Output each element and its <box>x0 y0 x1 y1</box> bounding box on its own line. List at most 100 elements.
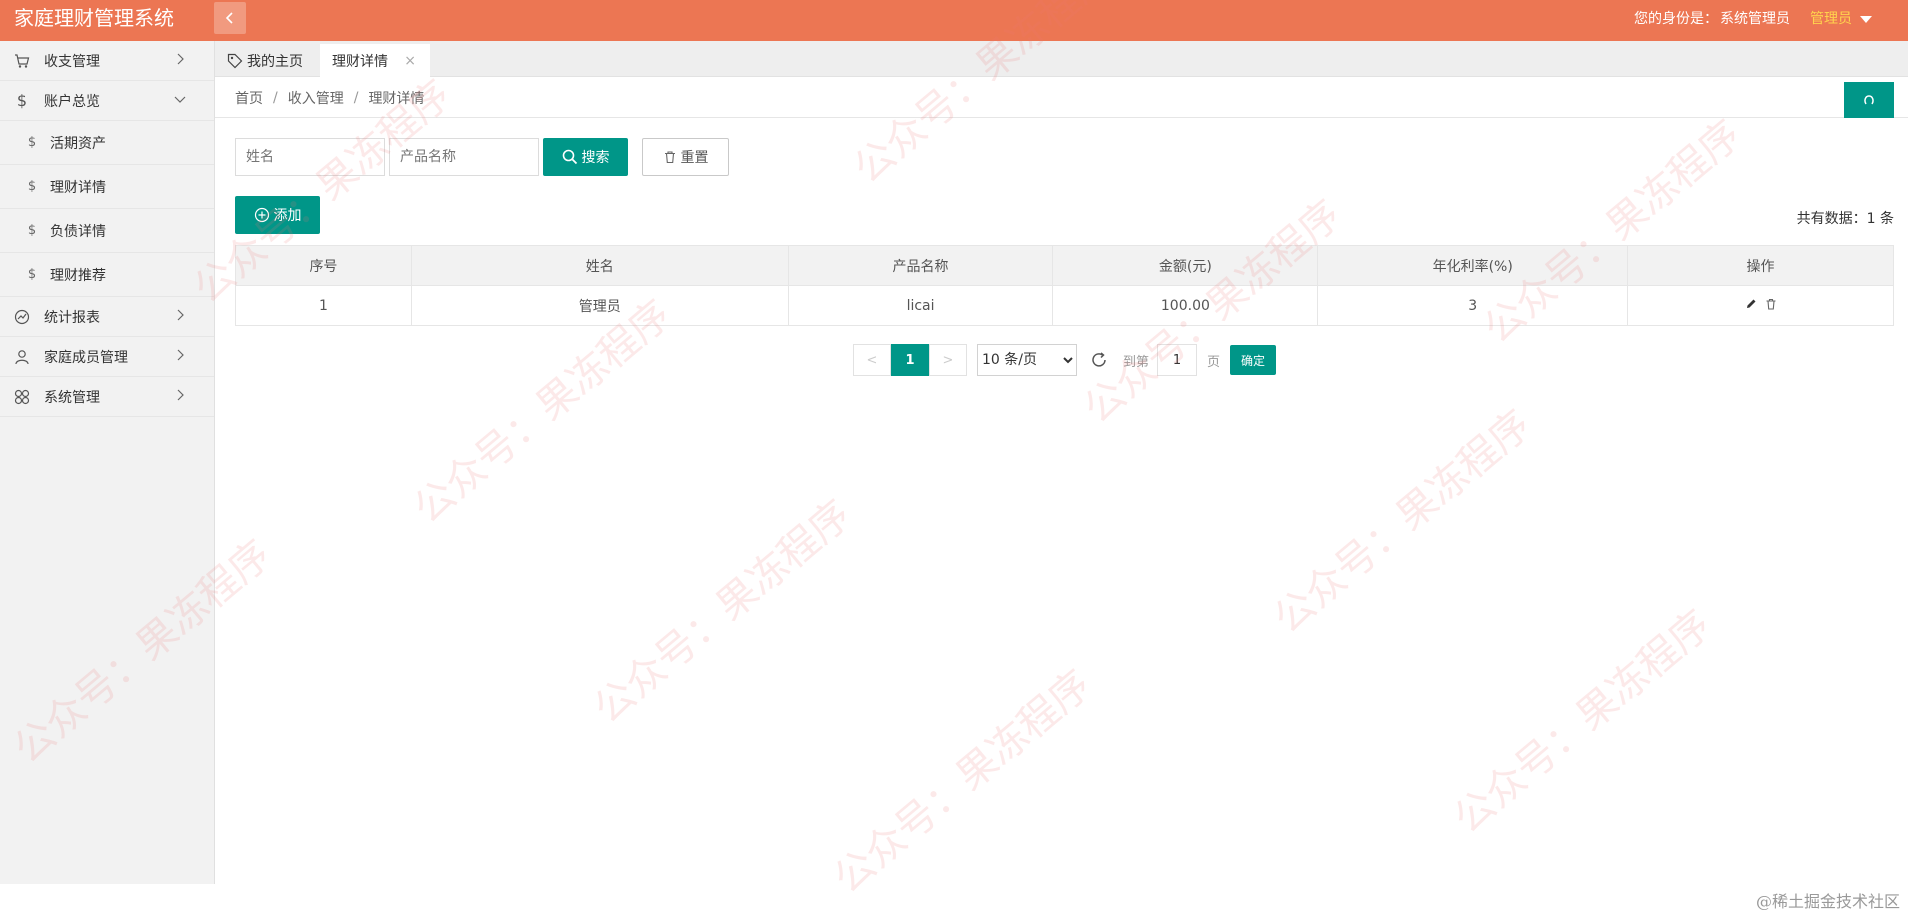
chevron-right-icon <box>177 349 184 361</box>
cell-actions <box>1627 285 1894 326</box>
user-icon <box>14 349 30 365</box>
page-1-button[interactable]: 1 <box>891 344 929 376</box>
chevron-right-icon <box>177 309 184 321</box>
dollar-icon: $ <box>27 135 37 150</box>
prev-page-button[interactable]: < <box>853 344 891 376</box>
add-button-label: 添加 <box>273 208 302 224</box>
goto-confirm-button[interactable]: 确定 <box>1230 345 1277 375</box>
identity-value: 系统管理员 <box>1720 11 1790 27</box>
tab-finance-details[interactable]: 理财详情 × <box>320 44 430 77</box>
tab-bar: 我的主页 理财详情 × <box>215 41 1908 77</box>
header-user-area: 您的身份是： 系统管理员 管理员 <box>1634 0 1872 36</box>
chart-icon <box>14 309 30 325</box>
user-name: 管理员 <box>1810 11 1852 27</box>
tab-home-label: 我的主页 <box>247 53 303 70</box>
dollar-icon: $ <box>27 223 37 238</box>
dollar-icon: $ <box>27 179 37 194</box>
next-page-button[interactable]: > <box>929 344 967 376</box>
sidebar-collapse-button[interactable] <box>214 2 246 34</box>
chevron-right-icon <box>177 53 184 65</box>
cart-icon <box>14 53 30 69</box>
cell-amount: 100.00 <box>1052 285 1319 326</box>
search-button[interactable]: 搜索 <box>543 138 628 176</box>
sidebar-item-income-expense[interactable]: 收支管理 <box>0 41 214 81</box>
tag-icon <box>227 53 243 68</box>
grid-icon <box>14 389 30 405</box>
column-header: 产品名称 <box>787 245 1054 286</box>
sidebar-subitem-label: 理财详情 <box>50 179 106 196</box>
table-row: 1 管理员 licai 100.00 3 <box>235 285 1894 326</box>
sidebar-item-label: 账户总览 <box>44 93 100 110</box>
breadcrumb-income[interactable]: 收入管理 <box>288 88 344 108</box>
cell-rate: 3 <box>1317 285 1629 326</box>
sidebar-item-system[interactable]: 系统管理 <box>0 377 214 417</box>
reset-button-label: 重置 <box>680 150 709 166</box>
sidebar-subitem-label: 负债详情 <box>50 223 106 240</box>
plus-circle-icon <box>254 207 269 223</box>
identity-label: 您的身份是： <box>1634 11 1718 27</box>
sidebar-item-label: 家庭成员管理 <box>44 349 128 366</box>
breadcrumb-current: 理财详情 <box>368 90 425 107</box>
sidebar-item-label: 收支管理 <box>44 53 100 70</box>
refresh-icon <box>1864 95 1874 105</box>
column-header: 年化利率(%) <box>1317 245 1629 286</box>
close-icon[interactable]: × <box>404 53 416 69</box>
reset-button[interactable]: 重置 <box>642 138 729 176</box>
goto-page-input[interactable] <box>1157 344 1198 376</box>
sidebar-subitem-label: 理财推荐 <box>50 267 106 284</box>
add-button[interactable]: 添加 <box>235 196 320 234</box>
watermark-text: 公众号：果冻程序 <box>1445 601 1720 843</box>
breadcrumb: 首页 / 收入管理 / 理财详情 <box>215 78 1908 118</box>
cell-product: licai <box>787 285 1054 326</box>
breadcrumb-separator: / <box>353 89 359 106</box>
page-label: 页 <box>1207 354 1221 370</box>
trash-icon <box>664 151 675 164</box>
app-logo: 家庭理财管理系统 <box>14 6 174 30</box>
user-menu[interactable]: 管理员 <box>1810 8 1872 28</box>
sidebar-item-label: 统计报表 <box>44 309 100 326</box>
column-header: 金额(元) <box>1052 245 1319 286</box>
data-table: 序号 姓名 产品名称 金额(元) 年化利率(%) 操作 1 管理员 licai … <box>235 245 1894 326</box>
sidebar-subitem-label: 活期资产 <box>50 135 106 152</box>
sidebar-subitem-debt-details[interactable]: $ 负债详情 <box>0 209 214 253</box>
table-header-row: 序号 姓名 产品名称 金额(元) 年化利率(%) 操作 <box>235 245 1894 286</box>
caret-down-icon <box>1860 15 1872 23</box>
search-icon <box>562 149 577 165</box>
total-count: 共有数据：1 条 <box>1796 211 1894 227</box>
breadcrumb-separator: / <box>273 89 278 106</box>
page-size-select[interactable]: 10 条/页 <box>977 344 1077 376</box>
breadcrumb-home[interactable]: 首页 <box>235 88 263 108</box>
tab-home[interactable]: 我的主页 <box>227 44 303 77</box>
sidebar-subitem-current-assets[interactable]: $ 活期资产 <box>0 121 214 165</box>
delete-icon[interactable] <box>1765 298 1777 310</box>
sidebar-item-reports[interactable]: 统计报表 <box>0 297 214 337</box>
chevron-down-icon <box>174 96 186 103</box>
top-header: 家庭理财管理系统 您的身份是： 系统管理员 管理员 <box>0 0 1908 41</box>
product-search-input[interactable] <box>389 138 539 176</box>
tab-active-label: 理财详情 <box>332 53 388 70</box>
cell-name: 管理员 <box>410 285 789 326</box>
refresh-button[interactable] <box>1844 82 1894 118</box>
name-search-input[interactable] <box>235 138 385 176</box>
sidebar-subitem-recommendations[interactable]: $ 理财推荐 <box>0 253 214 297</box>
dollar-icon: $ <box>27 267 37 282</box>
watermark-text: 公众号：果冻程序 <box>825 661 1100 903</box>
sidebar-subitem-finance-details[interactable]: $ 理财详情 <box>0 165 214 209</box>
edit-icon[interactable] <box>1745 298 1757 310</box>
sidebar: 收支管理 $ 账户总览 $ 活期资产 $ 理财详情 $ 负债详情 $ 理财推荐 … <box>0 41 215 884</box>
column-header: 序号 <box>235 245 412 286</box>
search-button-label: 搜索 <box>581 150 610 166</box>
watermark-text: 公众号：果冻程序 <box>1265 401 1540 643</box>
sidebar-item-family-members[interactable]: 家庭成员管理 <box>0 337 214 377</box>
column-header: 姓名 <box>410 245 789 286</box>
pagination: < 1 > 10 条/页 到第 页 确定 <box>853 344 1277 376</box>
pagination-refresh-icon[interactable] <box>1089 350 1109 370</box>
watermark-text: 公众号：果冻程序 <box>585 491 860 733</box>
sidebar-item-accounts[interactable]: $ 账户总览 <box>0 81 214 121</box>
dollar-icon: $ <box>16 91 28 110</box>
chevron-left-icon <box>225 12 233 24</box>
cell-no: 1 <box>235 285 412 326</box>
sidebar-item-label: 系统管理 <box>44 389 100 406</box>
column-header: 操作 <box>1627 245 1894 286</box>
chevron-right-icon <box>177 389 184 401</box>
